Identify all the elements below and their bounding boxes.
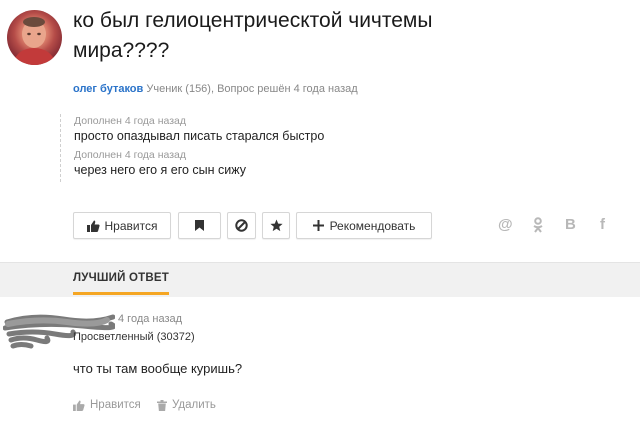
odnoklassniki-icon: [533, 217, 543, 233]
avatar-photo: [12, 17, 57, 65]
question-additions: Дополнен 4 года назад просто опаздывал п…: [60, 114, 494, 182]
answerer-rank: Просветленный (30372): [73, 331, 195, 343]
author-avatar[interactable]: [7, 10, 62, 65]
answer-like-button[interactable]: Нравится: [73, 399, 141, 411]
thumbs-up-icon: [73, 399, 85, 411]
like-label: Нравится: [104, 218, 158, 233]
answer-like-label: Нравится: [90, 399, 141, 411]
share-ok-icon[interactable]: [532, 217, 544, 237]
addition-text: через него его я его сын сижу: [74, 163, 247, 177]
addition-date: Дополнен 4 года назад: [74, 115, 186, 127]
recommend-label: Рекомендовать: [329, 218, 416, 233]
bookmark-icon: [195, 220, 204, 231]
answer-text: что ты там вообще куришь?: [73, 361, 243, 376]
answer-date: 4 года назад: [118, 313, 183, 325]
plus-icon: [312, 220, 324, 231]
share-vk-icon[interactable]: В: [565, 216, 576, 233]
author-name-link[interactable]: олег бутаков: [73, 83, 143, 95]
bookmark-button[interactable]: [178, 212, 221, 239]
answer-delete-label: Удалить: [172, 399, 216, 411]
report-button[interactable]: [227, 212, 256, 239]
star-icon: [269, 219, 283, 232]
block-icon: [235, 219, 248, 232]
author-line: олег бутаков Ученик (156), Вопрос решён …: [73, 83, 358, 95]
share-mail-icon[interactable]: @: [498, 216, 513, 233]
best-answer-underline: [73, 292, 169, 295]
like-button[interactable]: Нравится: [73, 212, 171, 239]
answer-delete-button[interactable]: Удалить: [157, 399, 216, 411]
thumbs-up-icon: [86, 220, 100, 232]
author-meta: Ученик (156), Вопрос решён 4 года назад: [146, 83, 358, 95]
favorite-button[interactable]: [262, 212, 290, 239]
addition-date: Дополнен 4 года назад: [74, 149, 186, 161]
addition-text: просто опаздывал писать старался быстро: [74, 129, 325, 143]
recommend-button[interactable]: Рекомендовать: [296, 212, 432, 239]
question-title: ко был гелиоцентрическтой чичтемы мира??…: [73, 9, 433, 62]
best-answer-label: ЛУЧШИЙ ОТВЕТ: [73, 272, 169, 284]
trash-icon: [157, 399, 167, 411]
share-facebook-icon[interactable]: f: [600, 216, 605, 233]
